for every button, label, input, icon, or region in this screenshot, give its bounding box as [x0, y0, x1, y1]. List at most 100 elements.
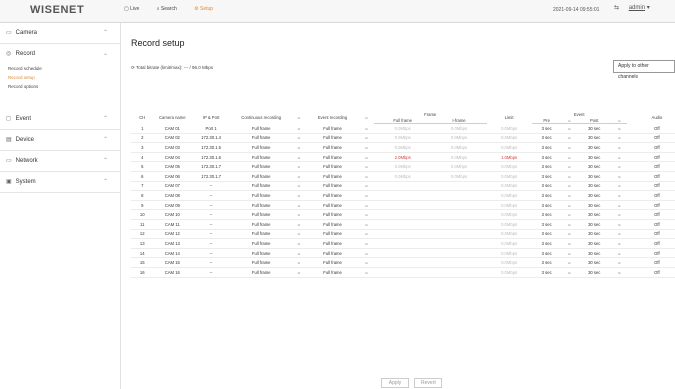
arrow-icon[interactable]: ⇔	[358, 152, 374, 163]
arrow-icon[interactable]: ⇔	[358, 257, 374, 268]
apply-button[interactable]: Apply	[381, 378, 409, 388]
arrow-icon[interactable]: ⇔	[291, 219, 307, 230]
arrow-icon[interactable]: ⇔	[358, 181, 374, 192]
arrow-icon[interactable]: ⇔	[611, 257, 627, 268]
audio-select[interactable]: Off	[626, 161, 675, 172]
post-event-select[interactable]: 30 sec	[576, 238, 612, 249]
pre-event-select[interactable]: 3 sec	[531, 248, 562, 259]
pre-event-select[interactable]: 3 sec	[531, 142, 562, 153]
continuous-recording-select[interactable]: Full frame	[231, 133, 292, 144]
event-recording-select[interactable]: Full frame	[306, 152, 359, 163]
pre-event-select[interactable]: 3 sec	[531, 161, 562, 172]
arrow-icon[interactable]: ⇔	[561, 209, 577, 220]
audio-select[interactable]: Off	[626, 133, 675, 144]
sidebar-item-record[interactable]: ◎ Record ⌄	[0, 44, 120, 64]
user-area[interactable]: ⇆ admin ▾	[614, 4, 650, 11]
arrow-icon[interactable]: ⇔	[611, 229, 627, 240]
audio-select[interactable]: Off	[626, 248, 675, 259]
arrow-icon[interactable]: ⇔	[561, 190, 577, 201]
audio-select[interactable]: Off	[626, 200, 675, 211]
continuous-recording-select[interactable]: Full frame	[231, 142, 292, 153]
pre-event-select[interactable]: 3 sec	[531, 238, 562, 249]
event-recording-select[interactable]: Full frame	[306, 171, 359, 182]
post-event-select[interactable]: 30 sec	[576, 142, 612, 153]
sidebar-item-network[interactable]: ▭ Network ⌃	[0, 151, 120, 172]
continuous-recording-select[interactable]: Full frame	[231, 200, 292, 211]
continuous-recording-select[interactable]: Full frame	[231, 219, 292, 230]
event-recording-select[interactable]: Full frame	[306, 229, 359, 240]
audio-select[interactable]: Off	[626, 181, 675, 192]
continuous-recording-select[interactable]: Full frame	[231, 190, 292, 201]
arrow-icon[interactable]: ⇔	[291, 238, 307, 249]
arrow-icon[interactable]: ⇔	[291, 248, 307, 259]
user-menu[interactable]: admin	[629, 5, 645, 11]
post-event-select[interactable]: 30 sec	[576, 229, 612, 240]
arrow-icon[interactable]: ⇔	[561, 257, 577, 268]
arrow-icon[interactable]: ⇔	[291, 200, 307, 211]
audio-select[interactable]: Off	[626, 238, 675, 249]
arrow-icon[interactable]: ⇔	[611, 248, 627, 259]
arrow-icon[interactable]: ⇔	[358, 200, 374, 211]
arrow-icon[interactable]: ⇔	[291, 229, 307, 240]
post-event-select[interactable]: 30 sec	[576, 171, 612, 182]
post-event-select[interactable]: 30 sec	[576, 152, 612, 163]
live-tab[interactable]: ▢ Live	[124, 6, 147, 12]
post-event-select[interactable]: 30 sec	[576, 123, 612, 134]
continuous-recording-select[interactable]: Full frame	[231, 248, 292, 259]
arrow-icon[interactable]: ⇔	[611, 200, 627, 211]
arrow-icon[interactable]: ⇔	[358, 248, 374, 259]
arrow-icon[interactable]: ⇔	[611, 161, 627, 172]
continuous-recording-select[interactable]: Full frame	[231, 209, 292, 220]
audio-select[interactable]: Off	[626, 209, 675, 220]
pre-event-select[interactable]: 3 sec	[531, 267, 562, 278]
event-recording-select[interactable]: Full frame	[306, 181, 359, 192]
arrow-icon[interactable]: ⇔	[611, 142, 627, 153]
continuous-recording-select[interactable]: Full frame	[231, 171, 292, 182]
pre-event-select[interactable]: 3 sec	[531, 209, 562, 220]
pre-event-select[interactable]: 3 sec	[531, 229, 562, 240]
arrow-icon[interactable]: ⇔	[291, 152, 307, 163]
arrow-icon[interactable]: ⇔	[611, 190, 627, 201]
continuous-recording-select[interactable]: Full frame	[231, 161, 292, 172]
arrow-icon[interactable]: ⇔	[561, 267, 577, 278]
pre-event-select[interactable]: 3 sec	[531, 200, 562, 211]
audio-select[interactable]: Off	[626, 123, 675, 134]
continuous-recording-select[interactable]: Full frame	[231, 229, 292, 240]
arrow-icon[interactable]: ⇔	[611, 181, 627, 192]
arrow-icon[interactable]: ⇔	[561, 200, 577, 211]
arrow-icon[interactable]: ⇔	[611, 133, 627, 144]
post-event-select[interactable]: 30 sec	[576, 209, 612, 220]
arrow-icon[interactable]: ⇔	[561, 161, 577, 172]
post-event-select[interactable]: 30 sec	[576, 219, 612, 230]
arrow-icon[interactable]: ⇔	[561, 219, 577, 230]
arrow-icon[interactable]: ⇔	[291, 209, 307, 220]
audio-select[interactable]: Off	[626, 229, 675, 240]
audio-select[interactable]: Off	[626, 171, 675, 182]
audio-select[interactable]: Off	[626, 267, 675, 278]
arrow-icon[interactable]: ⇔	[358, 142, 374, 153]
arrow-icon[interactable]: ⇔	[561, 248, 577, 259]
pre-event-select[interactable]: 3 sec	[531, 123, 562, 134]
sidebar-item-device[interactable]: ▤ Device ⌃	[0, 130, 120, 151]
pre-event-select[interactable]: 3 sec	[531, 133, 562, 144]
search-tab[interactable]: ⌕ Search	[157, 6, 185, 12]
arrow-icon[interactable]: ⇔	[291, 142, 307, 153]
arrow-icon[interactable]: ⇔	[358, 190, 374, 201]
arrow-icon[interactable]: ⇔	[561, 142, 577, 153]
arrow-icon[interactable]: ⇔	[358, 133, 374, 144]
continuous-recording-select[interactable]: Full frame	[231, 152, 292, 163]
revert-button[interactable]: Revert	[414, 378, 443, 388]
arrow-icon[interactable]: ⇔	[291, 171, 307, 182]
post-event-select[interactable]: 30 sec	[576, 267, 612, 278]
event-recording-select[interactable]: Full frame	[306, 257, 359, 268]
arrow-icon[interactable]: ⇔	[611, 123, 627, 134]
sidebar-subitem-record-schedule[interactable]: Record schedule	[0, 64, 120, 73]
arrow-icon[interactable]: ⇔	[611, 171, 627, 182]
arrow-icon[interactable]: ⇔	[358, 229, 374, 240]
sidebar-item-system[interactable]: ▣ System ⌃	[0, 172, 120, 193]
arrow-icon[interactable]: ⇔	[561, 133, 577, 144]
event-recording-select[interactable]: Full frame	[306, 238, 359, 249]
arrow-icon[interactable]: ⇔	[611, 267, 627, 278]
post-event-select[interactable]: 30 sec	[576, 133, 612, 144]
arrow-icon[interactable]: ⇔	[358, 123, 374, 134]
